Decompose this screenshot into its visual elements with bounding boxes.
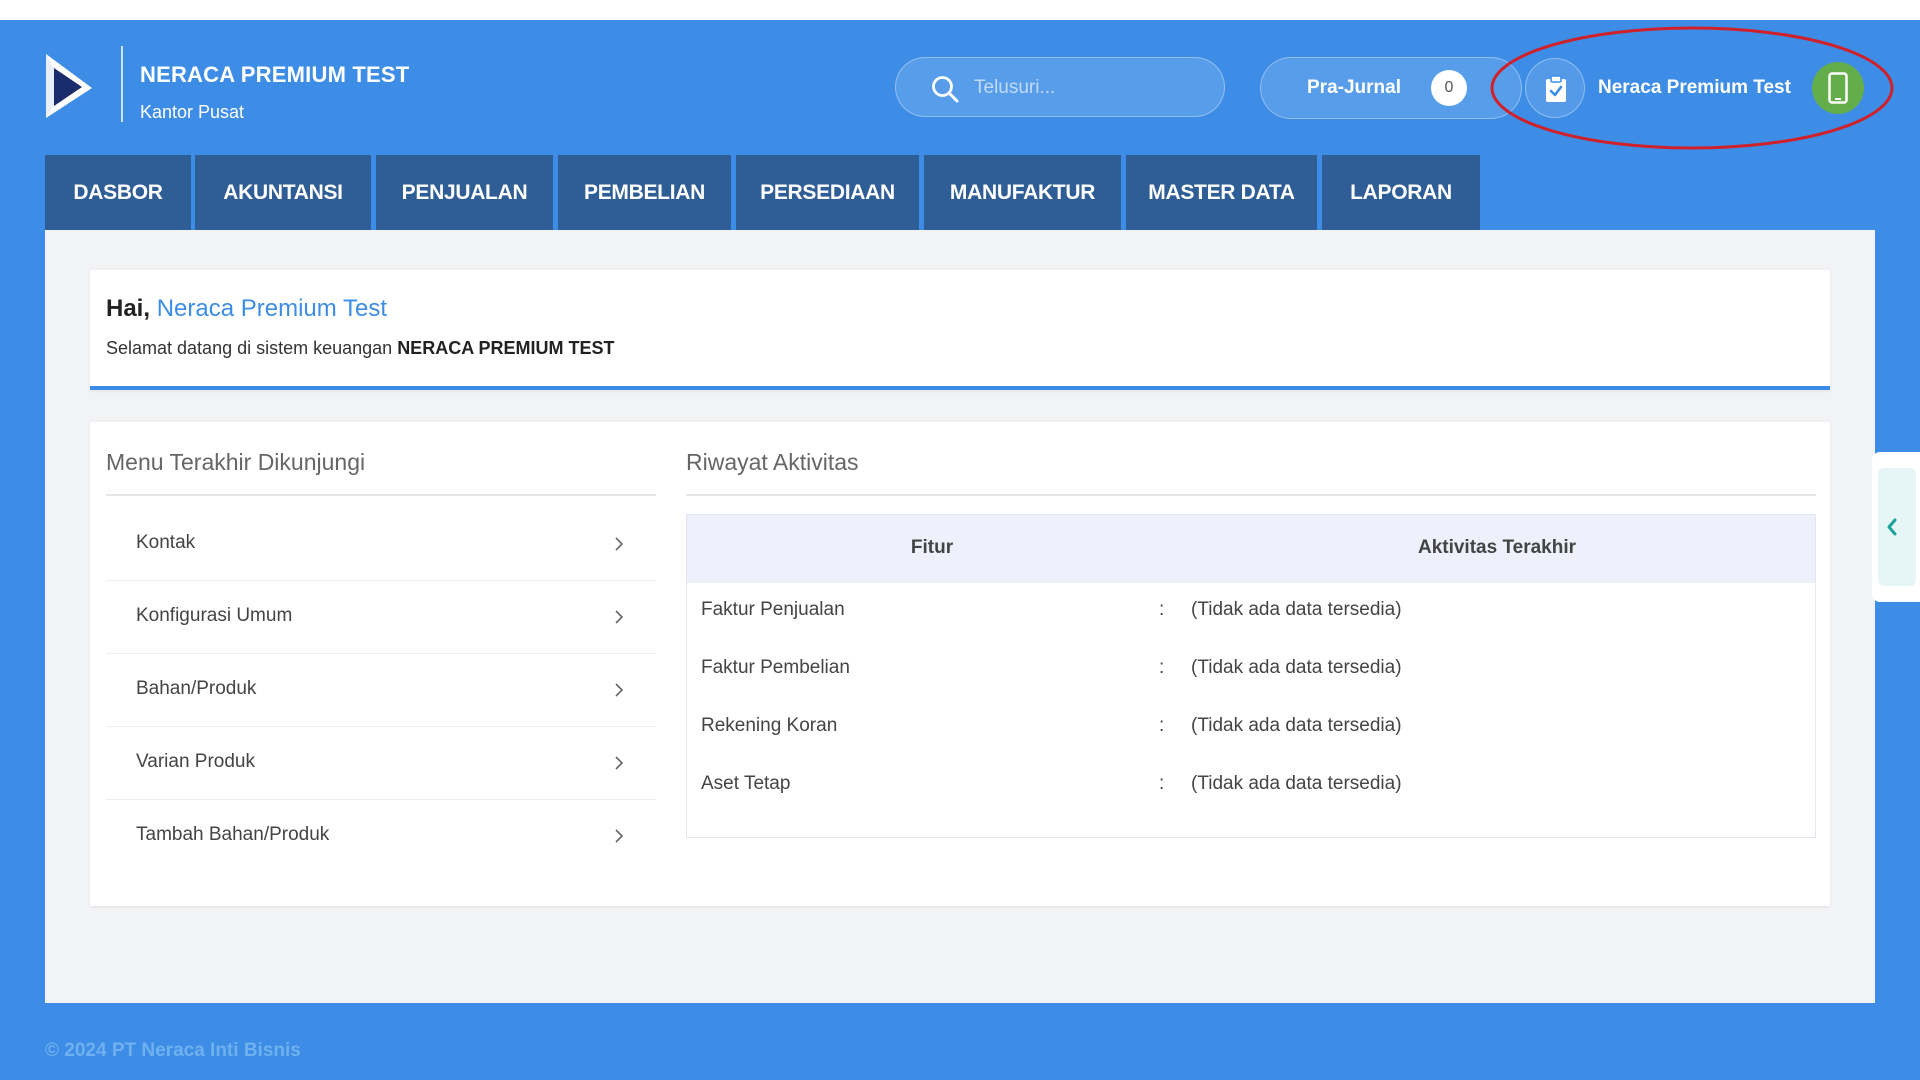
row-separator: : <box>1159 599 1165 620</box>
row-separator: : <box>1159 773 1165 794</box>
activity-table: Fitur Aktivitas Terakhir Faktur Penjuala… <box>686 514 1816 838</box>
tab-akuntansi[interactable]: AKUNTANSI <box>195 155 371 230</box>
row-value: (Tidak ada data tersedia) <box>1191 715 1402 736</box>
dashboard-info-card: Menu Terakhir Dikunjungi Kontak Konfigur… <box>90 422 1830 906</box>
avatar[interactable] <box>1812 62 1864 114</box>
table-row: Faktur Penjualan : (Tidak ada data terse… <box>687 583 1815 641</box>
column-header-aktivitas-terakhir: Aktivitas Terakhir <box>1417 537 1577 558</box>
activity-divider <box>686 494 1816 496</box>
recent-menu-divider <box>106 494 656 496</box>
activity-table-header: Fitur Aktivitas Terakhir <box>687 515 1815 583</box>
table-row: Aset Tetap : (Tidak ada data tersedia) <box>687 757 1815 815</box>
recent-menu-item-tambah-bahan-produk[interactable]: Tambah Bahan/Produk <box>106 800 656 873</box>
row-feature: Faktur Pembelian <box>701 657 850 678</box>
pra-jurnal-count-badge: 0 <box>1431 70 1467 106</box>
pra-jurnal-label: Pra-Jurnal <box>1307 77 1401 98</box>
chevron-right-icon <box>615 683 624 697</box>
greeting: Hai, Neraca Premium Test <box>106 295 387 323</box>
recent-menu-item-bahan-produk[interactable]: Bahan/Produk <box>106 654 656 727</box>
row-value: (Tidak ada data tersedia) <box>1191 657 1402 678</box>
recent-menu-label: Varian Produk <box>136 751 255 772</box>
row-feature: Faktur Penjualan <box>701 599 845 620</box>
row-separator: : <box>1159 715 1165 736</box>
row-value: (Tidak ada data tersedia) <box>1191 599 1402 620</box>
recent-menu-item-konfigurasi-umum[interactable]: Konfigurasi Umum <box>106 581 656 654</box>
row-value: (Tidak ada data tersedia) <box>1191 773 1402 794</box>
footer-copyright: © 2024 PT Neraca Inti Bisnis <box>45 1040 301 1061</box>
tab-pembelian[interactable]: PEMBELIAN <box>558 155 731 230</box>
recent-menu-label: Kontak <box>136 532 196 553</box>
pra-jurnal-button[interactable]: Pra-Jurnal 0 <box>1260 57 1522 119</box>
user-menu[interactable]: Neraca Premium Test <box>1520 56 1870 120</box>
welcome-message-text: Selamat datang di sistem keuangan <box>106 338 398 358</box>
column-header-fitur: Fitur <box>910 537 954 558</box>
main-panel: Hai, Neraca Premium Test Selamat datang … <box>45 230 1875 1003</box>
clipboard-button[interactable] <box>1525 58 1585 118</box>
chevron-right-icon <box>615 756 624 770</box>
search-input[interactable] <box>974 68 1204 108</box>
greeting-user-name: Neraca Premium Test <box>156 295 387 322</box>
welcome-message: Selamat datang di sistem keuangan NERACA… <box>106 338 615 359</box>
tab-dasbor[interactable]: DASBOR <box>45 155 191 230</box>
chevron-right-icon <box>615 537 624 551</box>
tab-manufaktur[interactable]: MANUFAKTUR <box>924 155 1121 230</box>
tab-laporan[interactable]: LAPORAN <box>1322 155 1480 230</box>
recent-menu-item-varian-produk[interactable]: Varian Produk <box>106 727 656 800</box>
chevron-right-icon <box>615 829 624 843</box>
welcome-company: NERACA PREMIUM TEST <box>397 338 615 358</box>
search-icon <box>932 76 959 103</box>
row-feature: Aset Tetap <box>701 773 791 794</box>
activity-title: Riwayat Aktivitas <box>686 449 859 475</box>
chevron-left-icon <box>1887 518 1897 536</box>
recent-menu-label: Konfigurasi Umum <box>136 605 293 626</box>
user-name[interactable]: Neraca Premium Test <box>1598 77 1791 99</box>
company-name: NERACA PREMIUM TEST <box>140 62 410 87</box>
recent-menu-title: Menu Terakhir Dikunjungi <box>106 449 366 475</box>
logo-divider <box>121 46 123 122</box>
neraca-logo-icon[interactable] <box>42 50 100 122</box>
row-separator: : <box>1159 657 1165 678</box>
tab-master-data[interactable]: MASTER DATA <box>1126 155 1317 230</box>
table-row: Faktur Pembelian : (Tidak ada data terse… <box>687 641 1815 699</box>
recent-menu-label: Bahan/Produk <box>136 678 257 699</box>
top-strip <box>0 0 1920 20</box>
clipboard-check-icon <box>1546 75 1566 102</box>
branch-name: Kantor Pusat <box>140 102 245 122</box>
recent-menu-label: Tambah Bahan/Produk <box>136 824 330 845</box>
tab-penjualan[interactable]: PENJUALAN <box>376 155 553 230</box>
greeting-prefix: Hai, <box>106 295 157 322</box>
row-feature: Rekening Koran <box>701 715 838 736</box>
table-row: Rekening Koran : (Tidak ada data tersedi… <box>687 699 1815 757</box>
search-box[interactable] <box>895 57 1225 117</box>
side-panel-toggle[interactable] <box>1872 452 1920 602</box>
recent-menu-item-kontak[interactable]: Kontak <box>106 508 656 581</box>
tab-persediaan[interactable]: PERSEDIAAN <box>736 155 919 230</box>
welcome-card: Hai, Neraca Premium Test Selamat datang … <box>90 270 1830 390</box>
chevron-right-icon <box>615 610 624 624</box>
mobile-phone-icon <box>1828 72 1848 104</box>
